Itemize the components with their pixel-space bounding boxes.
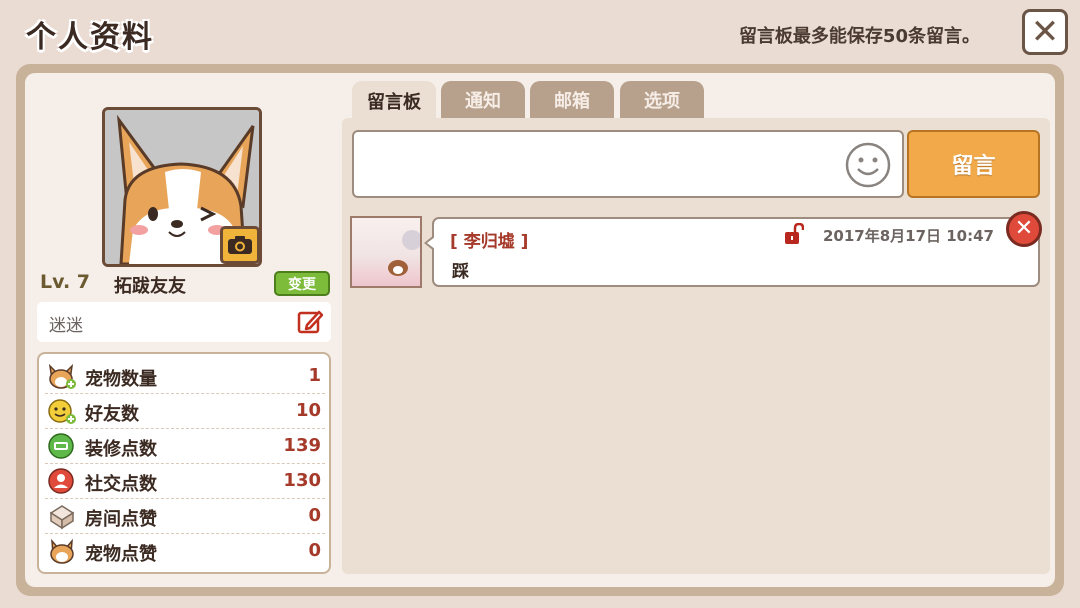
stat-value: 1 bbox=[308, 365, 321, 386]
stat-row-pets: 宠物数量 1 bbox=[45, 358, 325, 394]
stat-label: 房间点赞 bbox=[85, 509, 157, 530]
stats-list: 宠物数量 1 好友数 10 装修点数 139 社交点数 130 房间点赞 0 宠… bbox=[37, 352, 331, 574]
social-icon bbox=[48, 468, 74, 494]
change-name-button[interactable]: 变更 bbox=[274, 271, 330, 296]
pet-like-icon bbox=[50, 538, 74, 564]
signature-field[interactable]: 迷迷 bbox=[37, 302, 331, 342]
tab-message-board[interactable]: 留言板 bbox=[352, 81, 436, 121]
message-author[interactable]: [ 李归墟 ] bbox=[450, 227, 528, 252]
stat-row-room-likes: 房间点赞 0 bbox=[45, 498, 325, 534]
message-text: 踩 bbox=[452, 262, 469, 282]
page-title: 个人资料 bbox=[26, 20, 154, 55]
change-avatar-button[interactable] bbox=[220, 226, 260, 264]
edit-icon[interactable] bbox=[297, 309, 323, 335]
close-button[interactable]: ✕ bbox=[1022, 9, 1068, 55]
stat-value: 0 bbox=[308, 505, 321, 526]
pet-icon bbox=[48, 363, 76, 389]
room-thumbnail-icon bbox=[388, 230, 420, 276]
close-icon: ✕ bbox=[1030, 12, 1060, 52]
stat-value: 139 bbox=[283, 435, 321, 456]
player-level: Lv. 7 bbox=[40, 271, 90, 293]
message-item: [ 李归墟 ] 踩 2017年8月17日 10:47 bbox=[424, 217, 1040, 287]
stat-row-pet-likes: 宠物点赞 0 bbox=[45, 533, 325, 568]
tab-notifications[interactable]: 通知 bbox=[441, 81, 525, 119]
stat-label: 宠物数量 bbox=[85, 369, 157, 390]
stat-label: 社交点数 bbox=[85, 474, 157, 495]
stat-label: 好友数 bbox=[85, 404, 139, 425]
player-name: 拓跋友友 bbox=[114, 276, 186, 297]
message-timestamp: 2017年8月17日 10:47 bbox=[822, 227, 994, 245]
room-like-icon bbox=[49, 505, 75, 530]
stat-row-friends: 好友数 10 bbox=[45, 393, 325, 429]
camera-icon bbox=[228, 236, 252, 254]
unlocked-lock-icon[interactable] bbox=[784, 223, 804, 245]
board-capacity-notice: 留言板最多能保存50条留言。 bbox=[738, 26, 980, 47]
message-input[interactable] bbox=[352, 130, 904, 198]
decoration-icon bbox=[48, 433, 74, 459]
friend-icon bbox=[48, 399, 76, 424]
stat-label: 宠物点赞 bbox=[85, 544, 157, 565]
stat-value: 130 bbox=[283, 470, 321, 491]
message-author-avatar[interactable] bbox=[350, 216, 422, 288]
stat-value: 0 bbox=[308, 540, 321, 561]
delete-icon: ✕ bbox=[1014, 216, 1034, 241]
stat-label: 装修点数 bbox=[85, 439, 157, 460]
bubble-tail-inner bbox=[427, 237, 435, 249]
delete-message-button[interactable]: ✕ bbox=[1006, 211, 1042, 247]
stat-row-decoration: 装修点数 139 bbox=[45, 428, 325, 464]
post-message-button[interactable]: 留言 bbox=[907, 130, 1040, 198]
tab-options[interactable]: 选项 bbox=[620, 81, 704, 119]
smiley-icon[interactable] bbox=[844, 141, 892, 189]
stat-row-social: 社交点数 130 bbox=[45, 463, 325, 499]
stat-value: 10 bbox=[295, 400, 321, 421]
tab-mailbox[interactable]: 邮箱 bbox=[530, 81, 614, 119]
signature-text: 迷迷 bbox=[49, 316, 83, 336]
